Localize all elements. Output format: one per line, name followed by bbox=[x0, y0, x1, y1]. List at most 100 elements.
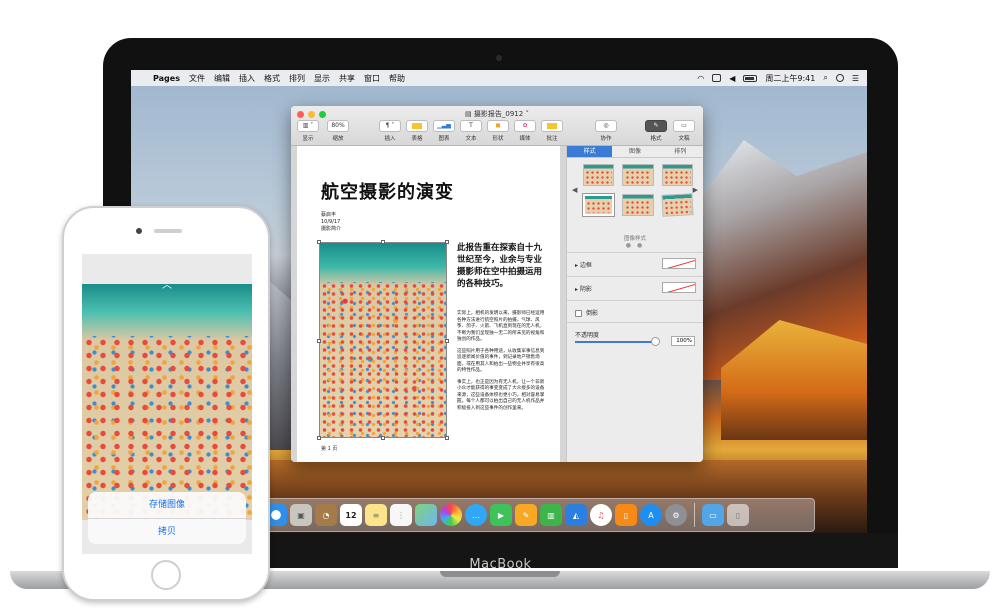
page-dots[interactable]: ● ● bbox=[567, 242, 703, 249]
menu-format[interactable]: 格式 bbox=[264, 73, 280, 84]
photos-icon[interactable] bbox=[440, 504, 462, 526]
format-button[interactable]: ✎ 格式 bbox=[643, 120, 669, 142]
document-page[interactable]: 航空摄影的演变 蔡启丰 10/9/17 摄影简介 此报告重在探索自十九世纪至今，… bbox=[297, 146, 560, 462]
document-button[interactable]: ▭ 文稿 bbox=[671, 120, 697, 142]
zoom-button[interactable]: 80% 缩放 bbox=[325, 120, 351, 142]
shape-button[interactable]: ◼ 形状 bbox=[485, 120, 511, 142]
spotlight-search-icon[interactable]: ⌕ bbox=[823, 73, 827, 83]
airplay-icon[interactable] bbox=[712, 74, 722, 82]
border-row[interactable]: ▸ 边框 bbox=[567, 252, 703, 274]
text-button[interactable]: T 文本 bbox=[458, 120, 484, 142]
messages-icon[interactable]: … bbox=[465, 504, 487, 526]
insert-button[interactable]: ¶ ˅ 插入 bbox=[377, 120, 403, 142]
resize-handle[interactable] bbox=[317, 240, 321, 244]
notification-center-icon[interactable]: ☰ bbox=[852, 74, 859, 83]
opacity-slider-track[interactable] bbox=[575, 341, 653, 343]
menu-file[interactable]: 文件 bbox=[189, 73, 205, 84]
reminders-icon[interactable]: ⋮ bbox=[390, 504, 412, 526]
keynote-icon[interactable]: ◭ bbox=[565, 504, 587, 526]
menu-window[interactable]: 窗口 bbox=[364, 73, 380, 84]
chevron-right-icon[interactable]: ▶ bbox=[693, 186, 698, 194]
reflection-row[interactable]: 倒影 bbox=[567, 300, 703, 320]
media-button[interactable]: ✿ 媒体 bbox=[512, 120, 538, 142]
resize-handle[interactable] bbox=[381, 436, 385, 440]
resize-handle[interactable] bbox=[381, 240, 385, 244]
document-meta[interactable]: 蔡启丰 10/9/17 摄影简介 bbox=[321, 212, 341, 233]
pages-icon[interactable]: ✎ bbox=[515, 504, 537, 526]
table-button[interactable]: 表格 bbox=[404, 120, 430, 142]
tab-image[interactable]: 图像 bbox=[612, 146, 657, 157]
tab-arrange[interactable]: 排列 bbox=[658, 146, 703, 157]
paintbrush-icon: ✎ bbox=[645, 120, 667, 132]
body-text[interactable]: 实际上，相机的发明以来，摄影师已经运用各种方法进行航空照片的拍摄，气球、风筝、鸽… bbox=[457, 311, 547, 417]
opacity-value[interactable]: 100% bbox=[671, 336, 695, 346]
menu-view[interactable]: 显示 bbox=[314, 73, 330, 84]
view-button[interactable]: ▥ ˅ 显示 bbox=[295, 120, 321, 142]
image-style-thumb[interactable] bbox=[661, 193, 694, 217]
app-store-icon[interactable]: A bbox=[640, 504, 662, 526]
document-title[interactable]: ▤ 摄影报告_0912 ˅ bbox=[291, 109, 703, 119]
collaborate-button[interactable]: ◎ 协作 bbox=[593, 120, 619, 142]
system-preferences-icon[interactable]: ⚙ bbox=[665, 504, 687, 526]
battery-icon[interactable] bbox=[743, 74, 758, 82]
notes-icon[interactable]: ≡ bbox=[365, 504, 387, 526]
shared-photo[interactable] bbox=[82, 284, 252, 520]
toolbar: ▥ ˅ 显示 80% 缩放 ¶ ˅ 插入 表格 ▁▃▅ 图表 T 文本 ◼ 形状 ✿ 媒体 批… bbox=[291, 120, 703, 144]
numbers-icon[interactable]: ▥ bbox=[540, 504, 562, 526]
copy-button[interactable]: 拷贝 bbox=[88, 518, 246, 544]
resize-handle[interactable] bbox=[445, 436, 449, 440]
date-line: 10/9/17 bbox=[321, 219, 341, 225]
iphone: ︿ 存储图像 拷贝 bbox=[62, 206, 270, 601]
photo-browser-icon[interactable]: ▣ bbox=[290, 504, 312, 526]
selected-photo[interactable] bbox=[317, 240, 449, 440]
resize-handle[interactable] bbox=[317, 436, 321, 440]
image-style-grid bbox=[583, 164, 694, 217]
border-swatch[interactable] bbox=[662, 258, 696, 269]
image-style-thumb[interactable] bbox=[622, 194, 654, 216]
downloads-folder-icon[interactable]: ▭ bbox=[702, 504, 724, 526]
image-style-thumb[interactable] bbox=[583, 164, 615, 186]
resize-handle[interactable] bbox=[317, 339, 321, 343]
shadow-swatch[interactable] bbox=[662, 282, 696, 293]
chart-button[interactable]: ▁▃▅ 图表 bbox=[431, 120, 457, 142]
books-icon[interactable]: ▯ bbox=[615, 504, 637, 526]
view-label: 显示 bbox=[302, 136, 314, 142]
reflection-checkbox[interactable] bbox=[575, 310, 582, 317]
save-image-button[interactable]: 存储图像 bbox=[88, 492, 246, 518]
shadow-row[interactable]: ▸ 阴影 bbox=[567, 276, 703, 298]
comment-button[interactable]: 批注 bbox=[539, 120, 565, 142]
menu-arrange[interactable]: 排列 bbox=[289, 73, 305, 84]
menu-share[interactable]: 共享 bbox=[339, 73, 355, 84]
home-button[interactable] bbox=[151, 560, 181, 590]
menu-bar: Pages 文件 编辑 插入 格式 排列 显示 共享 窗口 帮助 ◠ ◀ 周二上… bbox=[131, 70, 867, 86]
image-style-thumb[interactable] bbox=[661, 164, 693, 186]
trash-icon[interactable]: ▯ bbox=[727, 504, 749, 526]
menu-edit[interactable]: 编辑 bbox=[214, 73, 230, 84]
lead-paragraph[interactable]: 此报告重在探索自十九世纪至今，业余与专业摄影师在空中拍摄运用的各种技巧。 bbox=[457, 242, 547, 290]
document-title-text: 摄影报告_0912 bbox=[473, 110, 524, 118]
tab-style[interactable]: 样式 bbox=[567, 146, 613, 157]
siri-icon[interactable] bbox=[835, 74, 844, 82]
document-heading[interactable]: 航空摄影的演变 bbox=[321, 178, 454, 204]
menu-help[interactable]: 帮助 bbox=[389, 73, 405, 84]
image-style-thumb[interactable] bbox=[583, 194, 615, 216]
resize-handle[interactable] bbox=[445, 339, 449, 343]
dock: ▣ ◔ 12 ≡ ⋮ … ▶ ✎ ▥ ◭ ♫ ▯ A ⚙ ▭ ▯ bbox=[259, 498, 815, 532]
maps-icon[interactable] bbox=[415, 504, 437, 526]
contacts-icon[interactable]: ◔ bbox=[315, 504, 337, 526]
front-camera-icon bbox=[136, 228, 142, 234]
menubar-clock[interactable]: 周二上午9:41 bbox=[765, 73, 815, 84]
chart-label: 图表 bbox=[438, 136, 450, 142]
calendar-icon[interactable]: 12 bbox=[340, 504, 362, 526]
wifi-icon[interactable]: ◠ bbox=[697, 74, 704, 83]
chevron-up-icon[interactable]: ︿ bbox=[82, 276, 252, 291]
opacity-slider-knob[interactable] bbox=[651, 337, 660, 346]
menu-app-name[interactable]: Pages bbox=[153, 74, 180, 83]
music-icon[interactable]: ♫ bbox=[590, 504, 612, 526]
image-style-thumb[interactable] bbox=[622, 164, 654, 186]
menu-insert[interactable]: 插入 bbox=[239, 73, 255, 84]
resize-handle[interactable] bbox=[445, 240, 449, 244]
facetime-icon[interactable]: ▶ bbox=[490, 504, 512, 526]
chevron-left-icon[interactable]: ◀ bbox=[572, 186, 577, 194]
volume-icon[interactable]: ◀ bbox=[729, 74, 735, 83]
